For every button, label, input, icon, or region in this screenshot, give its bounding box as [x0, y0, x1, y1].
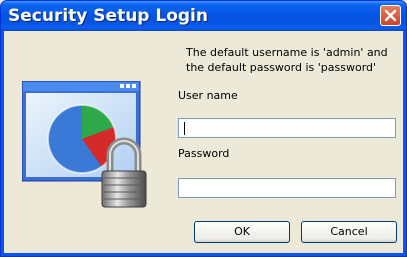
title-bar[interactable]: Security Setup Login: [1, 1, 406, 31]
text-caret: [184, 122, 185, 135]
password-field[interactable]: [178, 178, 396, 198]
security-lock-icon: [21, 80, 147, 215]
cancel-button[interactable]: Cancel: [301, 221, 397, 243]
close-icon: [384, 9, 397, 22]
default-credentials-note: The default username is 'admin' and the …: [186, 45, 396, 75]
note-line-2: the default password is 'password': [186, 61, 377, 74]
window-title: Security Setup Login: [8, 6, 208, 26]
dialog-body: The default username is 'admin' and the …: [4, 31, 403, 253]
password-label: Password: [178, 147, 230, 160]
close-button[interactable]: [380, 5, 401, 26]
ok-button[interactable]: OK: [194, 221, 290, 243]
note-line-1: The default username is 'admin' and: [186, 46, 388, 59]
login-dialog: Security Setup Login The default usernam…: [0, 0, 407, 257]
username-label: User name: [178, 89, 238, 102]
username-field[interactable]: [178, 118, 396, 138]
